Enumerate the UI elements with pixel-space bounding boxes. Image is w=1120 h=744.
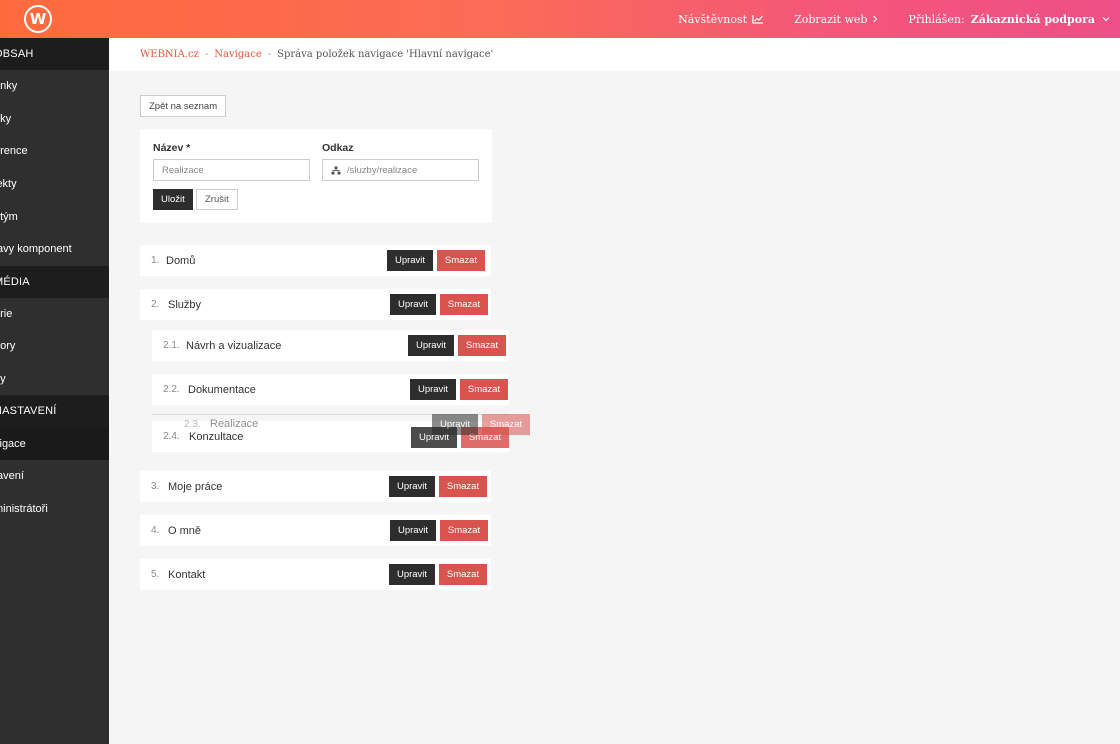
nav-item-label: Domů xyxy=(166,254,196,267)
back-to-list-button[interactable]: Zpět na seznam xyxy=(140,95,227,117)
sidebar-item-galleries[interactable]: erie xyxy=(0,298,109,331)
nav-item-label: Dokumentace xyxy=(188,383,256,396)
sidebar-item-team[interactable]: í tým xyxy=(0,200,109,233)
nav-item-number: 4. xyxy=(151,525,160,536)
edit-button[interactable]: Upravit xyxy=(432,414,478,435)
name-label: Název * xyxy=(153,142,191,154)
nav-subitem-row[interactable]: 2.2. Dokumentace Upravit Smazat xyxy=(152,374,509,405)
delete-button[interactable]: Smazat xyxy=(460,379,508,400)
cancel-button[interactable]: Zrušit xyxy=(196,189,238,210)
edit-button[interactable]: Upravit xyxy=(390,520,436,541)
nav-item-row[interactable]: 4. O mně Upravit Smazat xyxy=(140,515,491,546)
nav-item-row[interactable]: 2. Služby Upravit Smazat xyxy=(140,289,491,320)
view-web-link[interactable]: Zobrazit web xyxy=(794,13,878,26)
sidebar-item-references[interactable]: erence xyxy=(0,135,109,168)
dragging-nav-item[interactable]: 2.3. Realizace Upravit Smazat xyxy=(173,409,530,439)
breadcrumb: WEBNIA.cz - Navigace - Správa položek na… xyxy=(109,38,1120,71)
sidebar-section-content: OBSAH xyxy=(0,38,109,70)
user-name: Zákaznická podpora xyxy=(970,12,1095,26)
nav-item-label: Moje práce xyxy=(168,480,223,493)
breadcrumb-home[interactable]: WEBNIA.cz xyxy=(140,49,199,60)
nav-item-row[interactable]: 5. Kontakt Upravit Smazat xyxy=(140,559,491,590)
nav-item-row[interactable]: 3. Moje práce Upravit Smazat xyxy=(140,471,491,502)
sidebar-item-component-settings[interactable]: tavy komponent xyxy=(0,233,109,266)
chevron-right-icon xyxy=(873,15,878,23)
visits-link[interactable]: Návštěvnost xyxy=(678,13,764,26)
sitemap-icon xyxy=(331,166,341,174)
main-content: Zpět na seznam Název * Realizace Odkaz /… xyxy=(109,71,1120,744)
nav-item-number: 2.2. xyxy=(163,384,180,395)
nav-item-number: 5. xyxy=(151,569,160,580)
delete-button[interactable]: Smazat xyxy=(440,520,488,541)
breadcrumb-current: Správa položek navigace 'Hlavní navigace… xyxy=(277,49,494,60)
nav-item-label: Kontakt xyxy=(168,568,206,581)
edit-button[interactable]: Upravit xyxy=(389,564,435,585)
edit-button[interactable]: Upravit xyxy=(389,476,435,497)
link-field[interactable]: /sluzby/realizace xyxy=(322,159,479,181)
edit-button[interactable]: Upravit xyxy=(387,250,433,271)
sidebar-item-settings[interactable]: tavení xyxy=(0,460,109,493)
edit-button[interactable]: Upravit xyxy=(408,335,454,356)
chevron-down-icon xyxy=(1102,17,1110,22)
nav-item-label: Služby xyxy=(168,298,202,311)
sidebar-item-administrators[interactable]: ministrátoři xyxy=(0,493,109,526)
delete-button[interactable]: Smazat xyxy=(439,476,487,497)
sidebar-item-navigation[interactable]: vigace xyxy=(0,427,109,460)
nav-item-number: 2. xyxy=(151,299,160,310)
nav-item-label: Návrh a vizualizace xyxy=(186,339,282,352)
sidebar-item-files[interactable]: bory xyxy=(0,330,109,363)
sidebar-item-articles[interactable]: ánky xyxy=(0,70,109,103)
webnia-logo[interactable]: W xyxy=(24,5,52,33)
edit-button[interactable]: Upravit xyxy=(390,294,436,315)
sidebar: OBSAH ánky nky erence jekty í tým tavy k… xyxy=(0,38,109,744)
delete-button[interactable]: Smazat xyxy=(458,335,506,356)
user-menu[interactable]: Přihlášen: Zákaznická podpora xyxy=(908,13,1110,26)
header-nav: Návštěvnost Zobrazit web Přihlášen: Záka… xyxy=(648,0,1110,38)
delete-button[interactable]: Smazat xyxy=(482,414,530,435)
line-chart-icon xyxy=(752,15,764,24)
nav-item-row[interactable]: 1. Domů Upravit Smazat xyxy=(140,245,491,276)
sidebar-section-media: MÉDIA xyxy=(0,265,109,298)
nav-item-label: Realizace xyxy=(210,418,259,430)
edit-item-form: Název * Realizace Odkaz /sluzby/realizac… xyxy=(140,129,492,223)
sidebar-section-settings: NASTAVENÍ xyxy=(0,395,109,428)
link-label: Odkaz xyxy=(322,142,354,154)
nav-item-number: 2.3. xyxy=(184,418,201,430)
delete-button[interactable]: Smazat xyxy=(439,564,487,585)
nav-subitem-row[interactable]: 2.1. Návrh a vizualizace Upravit Smazat xyxy=(152,330,509,361)
breadcrumb-navigation[interactable]: Navigace xyxy=(214,49,261,60)
delete-button[interactable]: Smazat xyxy=(437,250,485,271)
nav-item-number: 3. xyxy=(151,481,160,492)
name-field[interactable]: Realizace xyxy=(153,159,310,181)
nav-item-number: 1. xyxy=(151,255,160,266)
edit-button[interactable]: Upravit xyxy=(410,379,456,400)
sidebar-item-projects[interactable]: jekty xyxy=(0,168,109,201)
delete-button[interactable]: Smazat xyxy=(440,294,488,315)
sidebar-item-pages[interactable]: nky xyxy=(0,103,109,136)
sidebar-item-images[interactable]: ny xyxy=(0,363,109,396)
nav-item-number: 2.1. xyxy=(163,340,180,351)
top-header: W Návštěvnost Zobrazit web Přihlášen: Zá… xyxy=(0,0,1120,38)
save-button[interactable]: Uložit xyxy=(153,189,193,210)
nav-item-label: O mně xyxy=(168,524,202,537)
